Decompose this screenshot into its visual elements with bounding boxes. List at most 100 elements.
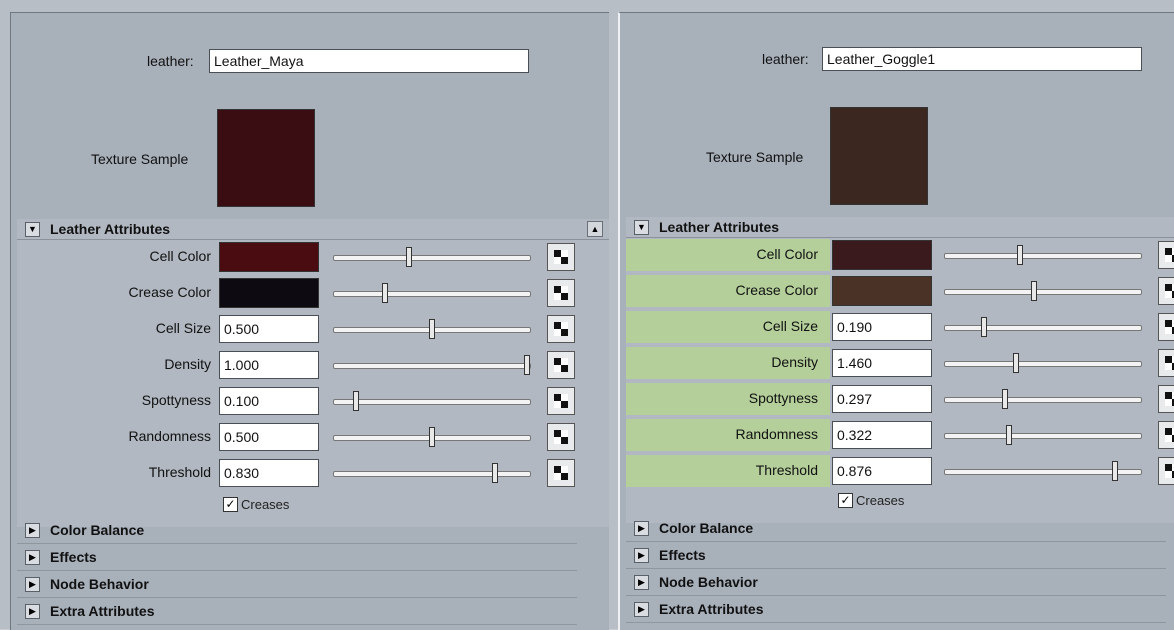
left-panel: leather: Leather_Maya Texture Sample ▼ L… (10, 12, 609, 630)
section-title: Color Balance (50, 522, 145, 538)
map-texture-button[interactable] (547, 459, 575, 487)
attr-slider[interactable] (333, 391, 531, 411)
slider-thumb[interactable] (1002, 389, 1008, 409)
color-swatch-cell-color[interactable] (832, 240, 932, 270)
map-texture-button[interactable] (1158, 313, 1174, 341)
map-texture-button[interactable] (1158, 349, 1174, 377)
slider-thumb[interactable] (1017, 245, 1023, 265)
left-header: leather: Leather_Maya Texture Sample (11, 13, 609, 213)
slider-thumb[interactable] (382, 283, 388, 303)
color-swatch-crease-color[interactable] (219, 278, 319, 308)
color-swatch-cell-color[interactable] (219, 242, 319, 272)
texture-sample-label: Texture Sample (91, 151, 189, 167)
collapse-arrow-icon[interactable]: ▶ (634, 601, 649, 617)
map-texture-button[interactable] (1158, 457, 1174, 485)
attr-slider[interactable] (944, 317, 1142, 337)
attr-slider[interactable] (944, 245, 1142, 265)
attr-slider[interactable] (944, 461, 1142, 481)
node-behavior-section[interactable]: ▶ Node Behavior (626, 569, 1166, 596)
attr-label-threshold: Threshold (755, 462, 818, 478)
texture-sample-swatch[interactable] (830, 107, 928, 205)
value-field-density[interactable]: 1.000 (219, 351, 319, 379)
leather-attributes-header[interactable]: ▼ Leather Attributes (626, 217, 1174, 238)
map-texture-button[interactable] (547, 315, 575, 343)
leather-name-field[interactable]: Leather_Maya (209, 49, 529, 73)
creases-label: Creases (241, 497, 290, 512)
value-field-threshold[interactable]: 0.876 (832, 457, 932, 485)
color-swatch-crease-color[interactable] (832, 276, 932, 306)
slider-thumb[interactable] (429, 319, 435, 339)
attr-slider[interactable] (333, 427, 531, 447)
attr-slider[interactable] (333, 247, 531, 267)
map-texture-button[interactable] (1158, 277, 1174, 305)
section-title: Extra Attributes (659, 601, 764, 617)
map-texture-button[interactable] (547, 279, 575, 307)
attr-label-randomness: Randomness (128, 428, 212, 444)
leather-name-field[interactable]: Leather_Goggle1 (822, 47, 1142, 71)
collapse-arrow-icon[interactable]: ▶ (634, 520, 649, 536)
attr-slider[interactable] (944, 425, 1142, 445)
attr-slider[interactable] (333, 319, 531, 339)
map-texture-button[interactable] (547, 351, 575, 379)
value-field-cell-size[interactable]: 0.190 (832, 313, 932, 341)
collapse-arrow-icon[interactable]: ▶ (25, 549, 40, 565)
checker-icon (1165, 284, 1174, 298)
map-texture-button[interactable] (547, 387, 575, 415)
right-panel: leather: Leather_Goggle1 Texture Sample … (618, 12, 1174, 630)
value-field-threshold[interactable]: 0.830 (219, 459, 319, 487)
extra-attributes-section[interactable]: ▶ Extra Attributes (17, 598, 577, 625)
value-field-spottyness[interactable]: 0.297 (832, 385, 932, 413)
slider-thumb[interactable] (1031, 281, 1037, 301)
map-texture-button[interactable] (1158, 241, 1174, 269)
slider-thumb[interactable] (406, 247, 412, 267)
attr-slider[interactable] (333, 463, 531, 483)
creases-checkbox[interactable]: ✓ (223, 497, 238, 512)
texture-sample-swatch[interactable] (217, 109, 315, 207)
checker-icon (1165, 356, 1174, 370)
checker-icon (1165, 320, 1174, 334)
value-field-density[interactable]: 1.460 (832, 349, 932, 377)
map-texture-button[interactable] (1158, 385, 1174, 413)
color-balance-section[interactable]: ▶ Color Balance (17, 517, 577, 544)
checker-icon (554, 322, 568, 336)
leather-name-label: leather: (147, 53, 194, 69)
attr-label-density: Density (771, 354, 818, 370)
color-balance-section[interactable]: ▶ Color Balance (626, 515, 1166, 542)
node-behavior-section[interactable]: ▶ Node Behavior (17, 571, 577, 598)
map-texture-button[interactable] (1158, 421, 1174, 449)
expand-arrow-icon[interactable]: ▼ (25, 221, 40, 237)
slider-thumb[interactable] (524, 355, 530, 375)
slider-thumb[interactable] (1006, 425, 1012, 445)
value-field-spottyness[interactable]: 0.100 (219, 387, 319, 415)
slider-thumb[interactable] (492, 463, 498, 483)
collapse-arrow-icon[interactable]: ▶ (634, 574, 649, 590)
collapse-arrow-icon[interactable]: ▶ (25, 603, 40, 619)
collapse-arrow-icon[interactable]: ▶ (634, 547, 649, 563)
expand-arrow-icon[interactable]: ▼ (634, 219, 649, 235)
value-field-randomness[interactable]: 0.500 (219, 423, 319, 451)
attr-slider[interactable] (944, 353, 1142, 373)
attr-slider[interactable] (944, 281, 1142, 301)
slider-thumb[interactable] (1013, 353, 1019, 373)
attr-label-threshold: Threshold (148, 464, 211, 480)
leather-attributes-header[interactable]: ▼ Leather Attributes (17, 219, 609, 240)
creases-checkbox[interactable]: ✓ (838, 493, 853, 508)
map-texture-button[interactable] (547, 243, 575, 271)
slider-thumb[interactable] (981, 317, 987, 337)
effects-section[interactable]: ▶ Effects (626, 542, 1166, 569)
value-field-cell-size[interactable]: 0.500 (219, 315, 319, 343)
collapse-arrow-icon[interactable]: ▶ (25, 576, 40, 592)
slider-thumb[interactable] (353, 391, 359, 411)
slider-thumb[interactable] (429, 427, 435, 447)
slider-thumb[interactable] (1112, 461, 1118, 481)
checker-icon (554, 466, 568, 480)
map-texture-button[interactable] (547, 423, 575, 451)
attr-slider[interactable] (333, 355, 531, 375)
value-field-randomness[interactable]: 0.322 (832, 421, 932, 449)
attr-slider[interactable] (944, 389, 1142, 409)
attr-slider[interactable] (333, 283, 531, 303)
scroll-up-icon[interactable]: ▲ (587, 221, 603, 237)
effects-section[interactable]: ▶ Effects (17, 544, 577, 571)
extra-attributes-section[interactable]: ▶ Extra Attributes (626, 596, 1166, 623)
collapse-arrow-icon[interactable]: ▶ (25, 522, 40, 538)
